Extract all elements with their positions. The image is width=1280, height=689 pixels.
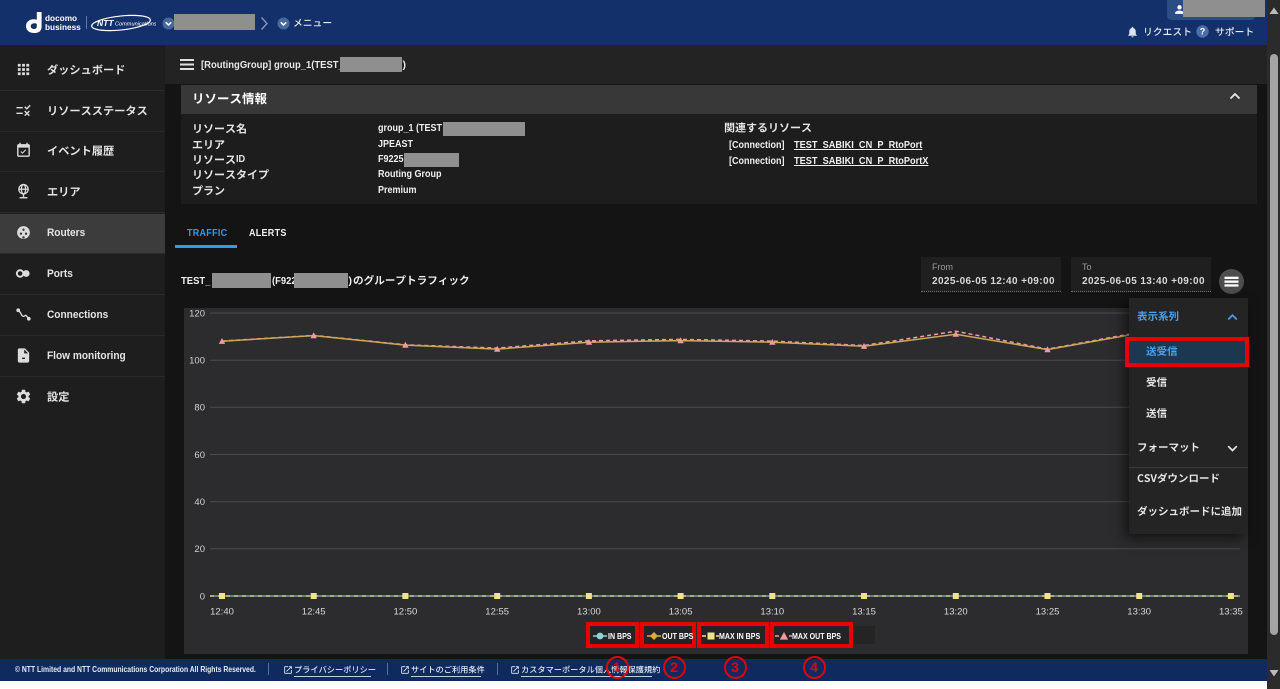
svg-text:100: 100 [189,356,205,367]
svg-text:40: 40 [194,497,205,508]
svg-text:Communications: Communications [115,21,156,27]
svg-text:12:50: 12:50 [394,607,418,618]
svg-text:80: 80 [194,403,205,414]
svg-text:13:25: 13:25 [1036,607,1060,618]
svg-text:120: 120 [189,308,205,319]
svg-text:13:30: 13:30 [1127,607,1151,618]
svg-text:13:15: 13:15 [852,607,876,618]
svg-text:12:45: 12:45 [302,607,326,618]
svg-text:13:10: 13:10 [760,607,784,618]
svg-text:13:20: 13:20 [944,607,968,618]
svg-text:12:55: 12:55 [485,607,509,618]
svg-text:60: 60 [194,450,205,461]
svg-text:?: ? [1200,27,1206,37]
svg-text:13:05: 13:05 [669,607,693,618]
svg-text:13:35: 13:35 [1219,607,1243,618]
svg-text:13:00: 13:00 [577,607,601,618]
svg-text:0: 0 [200,591,205,602]
svg-text:NTT: NTT [97,18,114,28]
svg-text:20: 20 [194,544,205,555]
svg-text:12:40: 12:40 [210,607,234,618]
